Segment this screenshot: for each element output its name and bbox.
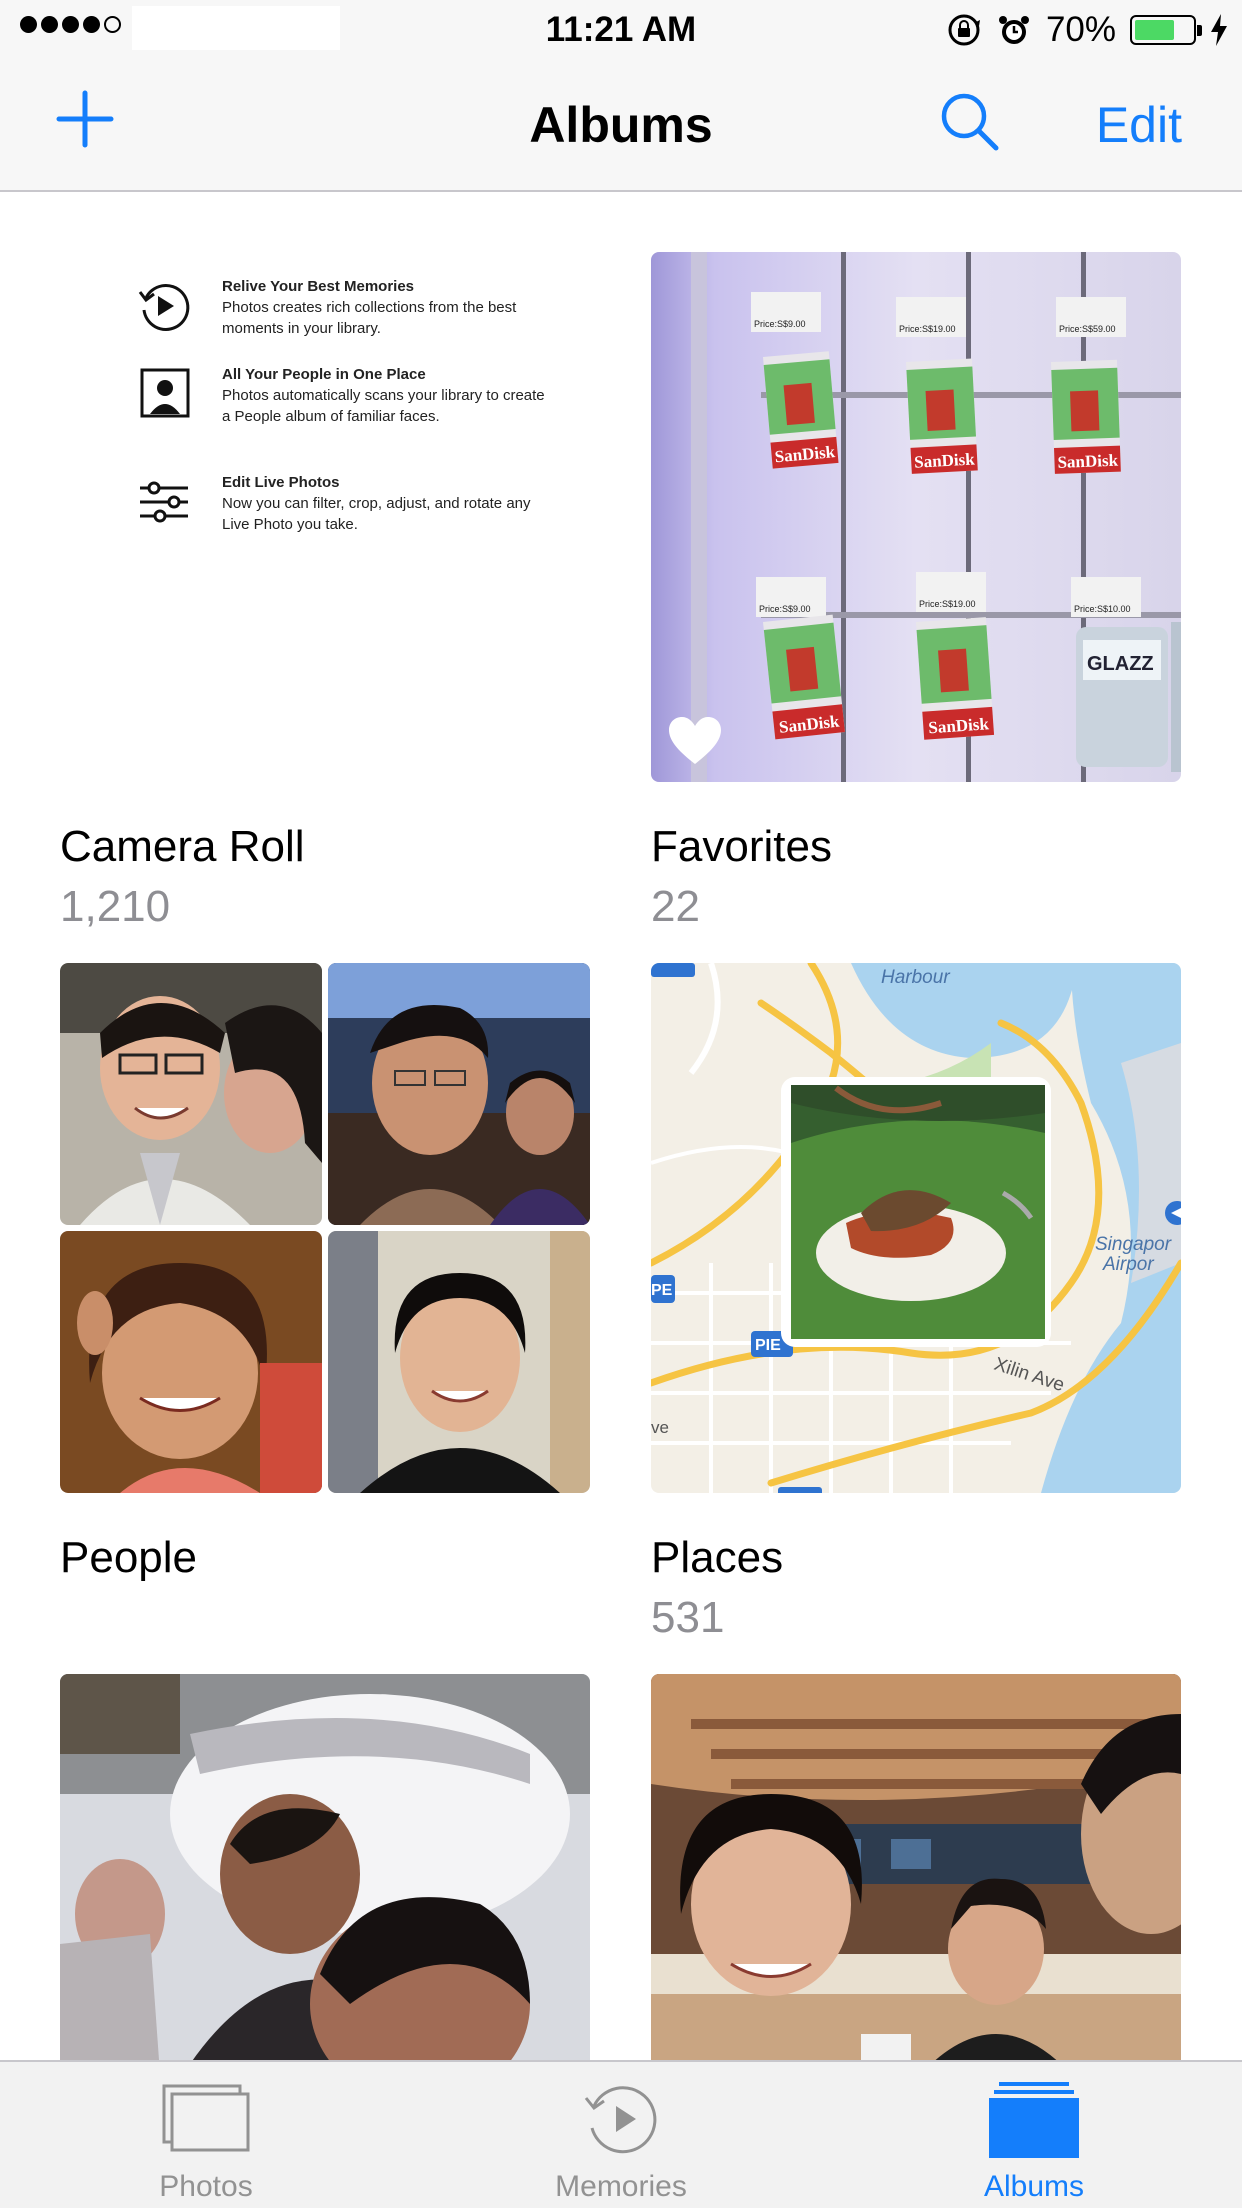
whats-new-body: Now you can filter, crop, adjust, and ro… bbox=[222, 495, 531, 533]
tab-memories[interactable]: Memories bbox=[471, 2062, 771, 2208]
battery-icon bbox=[1130, 15, 1202, 45]
store-shelf-photo: Price:S$9.00 Price:S$19.00 Price:S$59.00… bbox=[651, 252, 1181, 782]
map-view: Harbour Singapor Airpor Xilin Ave ve PIE… bbox=[651, 963, 1181, 1493]
album-people[interactable]: People bbox=[60, 963, 590, 1582]
price-tag: Price:S$9.00 bbox=[759, 604, 811, 614]
rotation-lock-icon bbox=[948, 14, 980, 46]
face-tile bbox=[60, 1231, 322, 1493]
tab-albums[interactable]: Albums bbox=[884, 2062, 1184, 2208]
price-tag: Price:S$59.00 bbox=[1059, 324, 1116, 334]
album-tile[interactable] bbox=[60, 1674, 590, 2204]
memories-icon bbox=[138, 284, 190, 331]
album-camera-roll[interactable]: Relive Your Best Memories Photos creates… bbox=[60, 252, 590, 932]
heart-icon bbox=[669, 717, 721, 764]
album-thumbnail: Price:S$9.00 Price:S$19.00 Price:S$59.00… bbox=[651, 252, 1181, 782]
status-bar: 11:21 AM 70% bbox=[0, 0, 1242, 60]
albums-tab-icon bbox=[989, 2082, 1079, 2158]
tab-photos[interactable]: Photos bbox=[56, 2062, 356, 2208]
album-title: Favorites bbox=[651, 822, 832, 871]
road-shield: PE bbox=[651, 1282, 673, 1299]
map-label: Singapor bbox=[1095, 1234, 1172, 1255]
navigation-bar: Albums Edit bbox=[0, 60, 1242, 192]
album-count: 22 bbox=[651, 882, 700, 931]
map-label: Harbour bbox=[881, 967, 950, 988]
whats-new-body: Photos automatically scans your library … bbox=[222, 387, 545, 425]
people-face-grid bbox=[60, 963, 590, 1493]
tab-bar: Photos Memories Albums bbox=[0, 2060, 1242, 2208]
album-count: 1,210 bbox=[60, 882, 171, 931]
person-icon bbox=[140, 368, 190, 418]
brand-label: SanDisk bbox=[914, 450, 976, 472]
album-title: Places bbox=[651, 1533, 784, 1582]
album-places[interactable]: Harbour Singapor Airpor Xilin Ave ve PIE… bbox=[651, 963, 1181, 1643]
tab-label: Photos bbox=[159, 2170, 253, 2203]
tab-label: Albums bbox=[983, 2170, 1085, 2203]
charging-bolt-icon bbox=[1211, 14, 1227, 46]
page-title: Albums bbox=[529, 97, 713, 153]
album-title: Camera Roll bbox=[60, 822, 305, 871]
whats-new-title: All Your People in One Place bbox=[222, 366, 426, 383]
price-tag: Price:S$9.00 bbox=[754, 319, 806, 329]
photos-app-screen: 11:21 AM 70% Albums Edit Relive Your Bes… bbox=[0, 0, 1242, 2208]
face-tile bbox=[328, 963, 590, 1225]
memories-tab-icon bbox=[584, 2086, 657, 2154]
brand-label: SanDisk bbox=[1057, 451, 1119, 472]
glazz-package: GLAZZ bbox=[1076, 622, 1181, 772]
price-tag: Price:S$10.00 bbox=[1074, 604, 1131, 614]
album-tile[interactable] bbox=[651, 1674, 1181, 2204]
album-favorites[interactable]: Price:S$9.00 Price:S$19.00 Price:S$59.00… bbox=[651, 252, 1181, 932]
location-photo-pin bbox=[781, 1077, 1051, 1347]
search-icon[interactable] bbox=[938, 90, 1002, 154]
price-tag: Price:S$19.00 bbox=[899, 324, 956, 334]
album-title: People bbox=[60, 1533, 198, 1582]
alarm-icon bbox=[998, 16, 1029, 44]
price-tag: Price:S$19.00 bbox=[919, 599, 976, 609]
battery-percent: 70% bbox=[1045, 10, 1116, 49]
album-thumbnail: Harbour Singapor Airpor Xilin Ave ve PIE… bbox=[651, 963, 1181, 1493]
tab-label: Memories bbox=[555, 2170, 687, 2203]
status-right-cluster: 70% bbox=[946, 10, 1228, 50]
product-label: GLAZZ bbox=[1087, 653, 1154, 675]
edit-button[interactable]: Edit bbox=[1096, 96, 1182, 154]
photos-tab-icon bbox=[162, 2084, 250, 2152]
map-label: ve bbox=[651, 1418, 669, 1437]
map-label: Airpor bbox=[1102, 1254, 1154, 1275]
whats-new-title: Edit Live Photos bbox=[222, 474, 340, 491]
whats-new-title: Relive Your Best Memories bbox=[222, 278, 415, 295]
album-thumbnail bbox=[60, 963, 590, 1493]
album-thumbnail: Relive Your Best Memories Photos creates… bbox=[60, 252, 590, 782]
face-tile bbox=[328, 1231, 590, 1493]
album-count: 531 bbox=[651, 1593, 725, 1642]
sliders-icon bbox=[140, 481, 188, 523]
face-tile bbox=[60, 963, 322, 1225]
road-shield: PIE bbox=[755, 1337, 781, 1354]
whats-new-body: Photos creates rich collections from the… bbox=[222, 299, 517, 337]
